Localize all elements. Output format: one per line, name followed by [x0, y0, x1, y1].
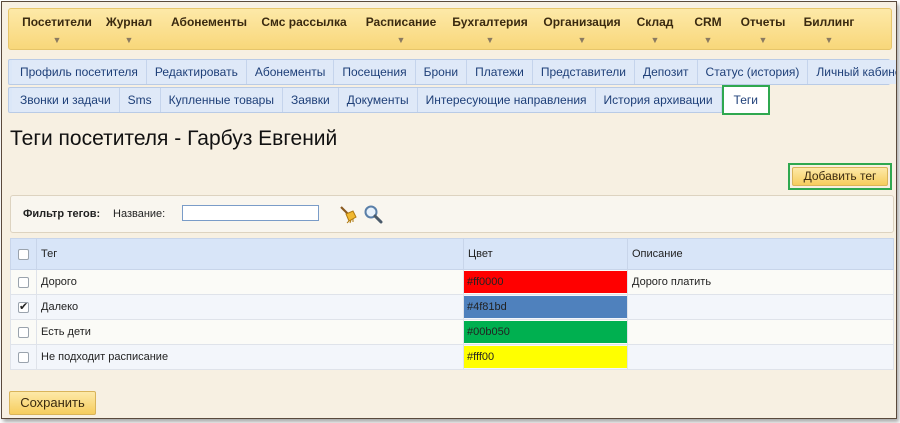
color-swatch: #ff0000: [464, 271, 627, 293]
row-checkbox[interactable]: [18, 326, 29, 338]
select-all-cell: [10, 238, 37, 270]
menu-label: CRM: [694, 15, 722, 29]
menu-accounting[interactable]: Бухгалтерия ▼: [449, 15, 531, 45]
menu-label: Бухгалтерия: [452, 15, 528, 29]
menu-visitors[interactable]: Посетители ▼: [17, 15, 97, 45]
chevron-down-icon: ▼: [124, 35, 134, 45]
tab-representatives[interactable]: Представители: [532, 60, 635, 84]
menu-organization[interactable]: Организация ▼: [541, 15, 623, 45]
tab-tags[interactable]: Теги: [721, 85, 770, 115]
tab-requests[interactable]: Заявки: [282, 88, 339, 112]
add-tag-button[interactable]: Добавить тег: [792, 167, 888, 186]
menu-label: Смс рассылка: [261, 15, 347, 29]
profile-tabs-row1: Профиль посетителя Редактировать Абонеме…: [8, 59, 896, 85]
row-checkbox-cell: [10, 294, 37, 320]
chevron-down-icon: ▼: [485, 35, 495, 45]
tab-bookings[interactable]: Брони: [415, 60, 468, 84]
tab-status-history[interactable]: Статус (история): [697, 60, 809, 84]
color-cell: #ff0000: [463, 269, 628, 295]
menu-label: Организация: [543, 15, 621, 29]
tab-sms[interactable]: Sms: [119, 88, 161, 112]
table-row[interactable]: Есть дети #00b050: [10, 319, 894, 345]
tags-table: Тег Цвет Описание Дорого #ff0000 Дорого …: [10, 238, 894, 370]
filter-title: Фильтр тегов:: [23, 208, 101, 220]
menu-label: Отчеты: [740, 15, 786, 29]
name-label: Название:: [113, 208, 166, 220]
tab-profile[interactable]: Профиль посетителя: [12, 60, 147, 84]
table-row[interactable]: Далеко #4f81bd: [10, 294, 894, 320]
profile-tabs-row2: Звонки и задачи Sms Купленные товары Зая…: [8, 85, 770, 115]
tab-subscriptions[interactable]: Абонементы: [246, 60, 335, 84]
tag-name: Дорого: [36, 269, 464, 295]
add-tag-highlight: Добавить тег: [788, 163, 892, 190]
row-checkbox-cell: [10, 344, 37, 370]
menu-label: Посетители: [22, 15, 92, 29]
menu-crm[interactable]: CRM ▼: [691, 15, 725, 45]
chevron-down-icon: ▼: [824, 35, 834, 45]
color-swatch: #4f81bd: [464, 296, 627, 318]
menu-schedule[interactable]: Расписание ▼: [361, 15, 441, 45]
clear-filter-icon[interactable]: [337, 204, 357, 224]
menu-label: Расписание: [365, 15, 437, 29]
color-swatch: #fff00: [464, 346, 627, 368]
tab-documents[interactable]: Документы: [338, 88, 418, 112]
tab-purchased-goods[interactable]: Купленные товары: [160, 88, 283, 112]
table-row[interactable]: Дорого #ff0000 Дорого платить: [10, 269, 894, 295]
chevron-down-icon: ▼: [396, 35, 406, 45]
menu-subscriptions[interactable]: Абонементы: [169, 15, 249, 35]
tab-payments[interactable]: Платежи: [467, 60, 533, 84]
tag-description: [627, 294, 894, 320]
chevron-down-icon: ▼: [577, 35, 587, 45]
tab-archive-history[interactable]: История архивации: [595, 88, 722, 112]
color-cell: #4f81bd: [463, 294, 628, 320]
menu-label: Журнал: [105, 15, 153, 29]
tag-description: Дорого платить: [627, 269, 894, 295]
page-title: Теги посетителя - Гарбуз Евгений: [10, 127, 338, 150]
description-header[interactable]: Описание: [627, 238, 894, 270]
row-checkbox[interactable]: [18, 300, 29, 313]
chevron-down-icon: ▼: [703, 35, 713, 45]
color-cell: #00b050: [463, 319, 628, 345]
tab-deposit[interactable]: Депозит: [634, 60, 698, 84]
name-filter-input[interactable]: [182, 205, 319, 221]
tag-name: Есть дети: [36, 319, 464, 345]
tag-filter: Фильтр тегов: Название:: [10, 195, 894, 233]
chevron-down-icon: ▼: [52, 35, 62, 45]
menu-journal[interactable]: Журнал ▼: [101, 15, 157, 45]
row-checkbox-cell: [10, 269, 37, 295]
menu-label: Абонементы: [171, 15, 247, 29]
row-checkbox-cell: [10, 319, 37, 345]
tab-interests[interactable]: Интересующие направления: [417, 88, 596, 112]
select-all-checkbox[interactable]: [18, 248, 29, 260]
menu-sms[interactable]: Смс рассылка: [259, 15, 349, 35]
tag-header[interactable]: Тег: [36, 238, 464, 270]
menu-warehouse[interactable]: Склад ▼: [633, 15, 677, 45]
chevron-down-icon: ▼: [650, 35, 660, 45]
tab-personal-cabinet[interactable]: Личный кабинет: [808, 60, 896, 84]
search-icon[interactable]: [363, 204, 383, 224]
color-header[interactable]: Цвет: [463, 238, 628, 270]
menu-label: Склад: [636, 15, 674, 29]
tag-description: [627, 319, 894, 345]
tab-edit[interactable]: Редактировать: [146, 60, 247, 84]
chevron-down-icon: ▼: [758, 35, 768, 45]
app-frame: Посетители ▼ Журнал ▼ Абонементы Смс рассы…: [1, 1, 897, 419]
menu-billing[interactable]: Биллинг ▼: [801, 15, 857, 45]
main-menu: Посетители ▼ Журнал ▼ Абонементы Смс рассы…: [8, 8, 892, 50]
tag-name: Далеко: [36, 294, 464, 320]
menu-label: Биллинг: [803, 15, 855, 29]
menu-reports[interactable]: Отчеты ▼: [739, 15, 787, 45]
tab-calls-tasks[interactable]: Звонки и задачи: [12, 88, 120, 112]
row-checkbox[interactable]: [18, 351, 29, 363]
color-swatch: #00b050: [464, 321, 627, 343]
color-cell: #fff00: [463, 344, 628, 370]
tag-name: Не подходит расписание: [36, 344, 464, 370]
table-row[interactable]: Не подходит расписание #fff00: [10, 344, 894, 370]
row-checkbox[interactable]: [18, 276, 29, 288]
save-button[interactable]: Сохранить: [9, 391, 96, 415]
tab-visits[interactable]: Посещения: [334, 60, 416, 84]
tag-description: [627, 344, 894, 370]
